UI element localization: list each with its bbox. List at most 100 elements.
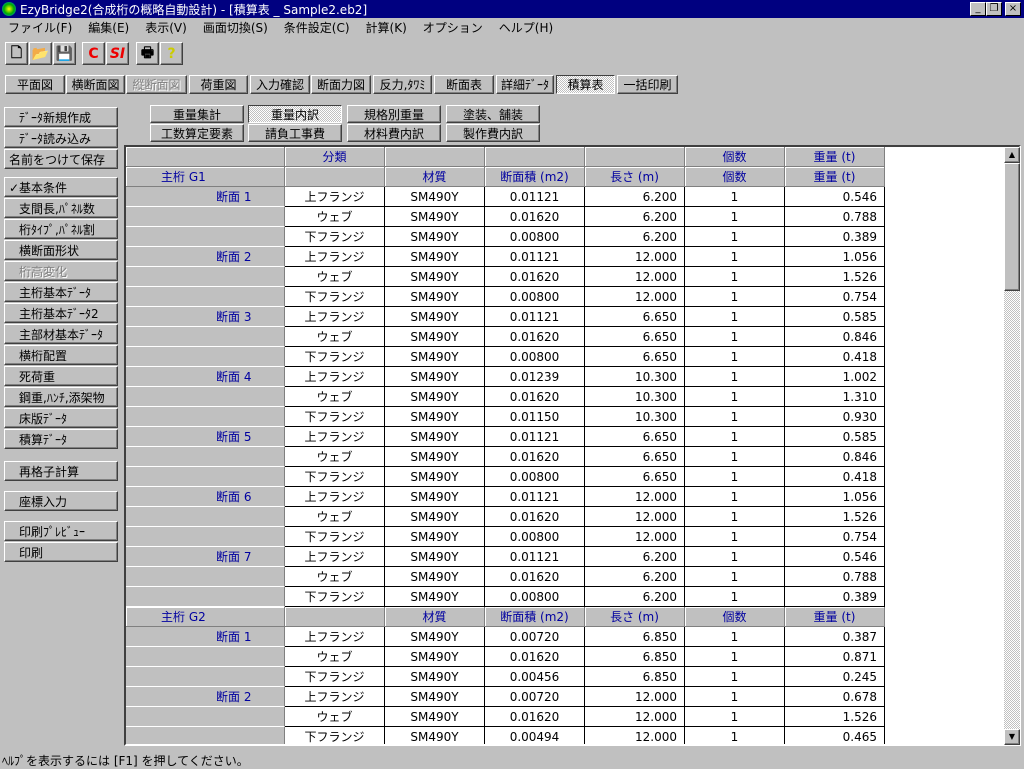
table-cell[interactable]: 1: [685, 227, 785, 247]
sidebar-button[interactable]: 横桁配置: [4, 345, 118, 365]
scroll-up-icon[interactable]: ▲: [1004, 147, 1020, 163]
table-cell[interactable]: 0.754: [785, 527, 885, 547]
table-cell[interactable]: 0.00494: [485, 727, 585, 744]
table-cell[interactable]: 0.00800: [485, 467, 585, 487]
column-header[interactable]: 断面積 (m2): [485, 167, 585, 187]
table-cell[interactable]: 0.389: [785, 587, 885, 607]
table-cell[interactable]: 1: [685, 707, 785, 727]
table-cell[interactable]: SM490Y: [385, 427, 485, 447]
table-cell[interactable]: 12.000: [585, 487, 685, 507]
sidebar-button[interactable]: ✓基本条件: [4, 177, 118, 197]
table-cell[interactable]: 下フランジ: [285, 587, 385, 607]
table-cell[interactable]: 1: [685, 287, 785, 307]
tab-button[interactable]: 荷重図: [189, 75, 248, 94]
table-cell[interactable]: 6.200: [585, 207, 685, 227]
subtab-button[interactable]: 請負工事費: [248, 124, 342, 142]
table-cell[interactable]: 1: [685, 347, 785, 367]
table-cell[interactable]: 0.846: [785, 447, 885, 467]
table-cell[interactable]: ウェブ: [285, 647, 385, 667]
table-cell[interactable]: SM490Y: [385, 267, 485, 287]
subtab-button[interactable]: 重量内訳: [248, 105, 342, 123]
subtab-button[interactable]: 重量集計: [150, 105, 244, 123]
table-cell[interactable]: 1: [685, 207, 785, 227]
table-cell[interactable]: SM490Y: [385, 707, 485, 727]
table-cell[interactable]: 1: [685, 467, 785, 487]
table-cell[interactable]: 0.387: [785, 627, 885, 647]
table-cell[interactable]: 0.00720: [485, 687, 585, 707]
table-cell[interactable]: 1: [685, 647, 785, 667]
table-cell[interactable]: 1: [685, 327, 785, 347]
new-file-icon[interactable]: 🗋: [5, 42, 28, 65]
table-cell[interactable]: 6.200: [585, 547, 685, 567]
sidebar-button[interactable]: ﾃﾞｰﾀ読み込み: [4, 128, 118, 148]
table-cell[interactable]: 0.00800: [485, 287, 585, 307]
save-disk-icon[interactable]: 💾: [53, 42, 76, 65]
table-cell[interactable]: 0.01620: [485, 327, 585, 347]
scroll-thumb[interactable]: [1004, 163, 1020, 291]
table-cell[interactable]: 下フランジ: [285, 407, 385, 427]
table-cell[interactable]: ウェブ: [285, 387, 385, 407]
table-cell[interactable]: 1.526: [785, 507, 885, 527]
table-cell[interactable]: SM490Y: [385, 667, 485, 687]
tab-button[interactable]: 縦断面図: [126, 75, 187, 94]
table-cell[interactable]: 上フランジ: [285, 687, 385, 707]
column-group-header[interactable]: 個数: [685, 147, 785, 167]
subtab-button[interactable]: 規格別重量: [347, 105, 441, 123]
table-cell[interactable]: SM490Y: [385, 227, 485, 247]
table-cell[interactable]: SM490Y: [385, 547, 485, 567]
table-cell[interactable]: SM490Y: [385, 367, 485, 387]
column-header[interactable]: 長さ (m): [585, 607, 685, 627]
sidebar-button[interactable]: 鋼重,ﾊﾝﾁ,添架物: [4, 387, 118, 407]
table-cell[interactable]: 0.01620: [485, 647, 585, 667]
table-cell[interactable]: 0.00456: [485, 667, 585, 687]
table-cell[interactable]: SM490Y: [385, 187, 485, 207]
menu-item[interactable]: 画面切換(S): [195, 19, 276, 36]
table-cell[interactable]: 0.389: [785, 227, 885, 247]
table-cell[interactable]: ウェブ: [285, 707, 385, 727]
table-cell[interactable]: 上フランジ: [285, 547, 385, 567]
table-cell[interactable]: 12.000: [585, 247, 685, 267]
table-cell[interactable]: 0.546: [785, 547, 885, 567]
table-cell[interactable]: 0.585: [785, 427, 885, 447]
table-cell[interactable]: 0.01620: [485, 387, 585, 407]
sidebar-button[interactable]: 横断面形状: [4, 240, 118, 260]
table-cell[interactable]: 10.300: [585, 407, 685, 427]
table-cell[interactable]: 1: [685, 667, 785, 687]
sidebar-button[interactable]: 座標入力: [4, 491, 118, 511]
table-cell[interactable]: SM490Y: [385, 687, 485, 707]
close-button[interactable]: ×: [1005, 2, 1021, 16]
table-cell[interactable]: SM490Y: [385, 287, 485, 307]
sidebar-button[interactable]: 積算ﾃﾞｰﾀ: [4, 429, 118, 449]
table-cell[interactable]: 1: [685, 627, 785, 647]
table-cell[interactable]: 0.871: [785, 647, 885, 667]
subtab-button[interactable]: 製作費内訳: [446, 124, 540, 142]
table-cell[interactable]: 0.01121: [485, 547, 585, 567]
table-cell[interactable]: SM490Y: [385, 647, 485, 667]
app-icon[interactable]: [2, 2, 16, 16]
table-cell[interactable]: 1: [685, 447, 785, 467]
sidebar-button[interactable]: 印刷ﾌﾟﾚﾋﾞｭｰ: [4, 521, 118, 541]
table-cell[interactable]: 0.418: [785, 347, 885, 367]
table-cell[interactable]: 0.01121: [485, 247, 585, 267]
table-cell[interactable]: 上フランジ: [285, 627, 385, 647]
table-cell[interactable]: 1: [685, 567, 785, 587]
table-cell[interactable]: 0.585: [785, 307, 885, 327]
table-cell[interactable]: 0.788: [785, 567, 885, 587]
tab-button[interactable]: 平面図: [5, 75, 65, 94]
menu-item[interactable]: 編集(E): [80, 19, 137, 36]
table-cell[interactable]: 1.526: [785, 267, 885, 287]
table-cell[interactable]: 下フランジ: [285, 287, 385, 307]
table-cell[interactable]: 1.002: [785, 367, 885, 387]
table-cell[interactable]: 6.200: [585, 227, 685, 247]
table-cell[interactable]: 1: [685, 687, 785, 707]
column-header[interactable]: 個数: [685, 607, 785, 627]
table-cell[interactable]: 下フランジ: [285, 527, 385, 547]
table-cell[interactable]: 10.300: [585, 387, 685, 407]
table-cell[interactable]: 0.788: [785, 207, 885, 227]
table-cell[interactable]: 1.526: [785, 707, 885, 727]
open-folder-icon[interactable]: 📂: [29, 42, 52, 65]
table-cell[interactable]: SM490Y: [385, 727, 485, 744]
table-cell[interactable]: 1: [685, 407, 785, 427]
column-group-header[interactable]: [385, 147, 485, 167]
vertical-scrollbar[interactable]: ▲ ▼: [1004, 147, 1020, 745]
